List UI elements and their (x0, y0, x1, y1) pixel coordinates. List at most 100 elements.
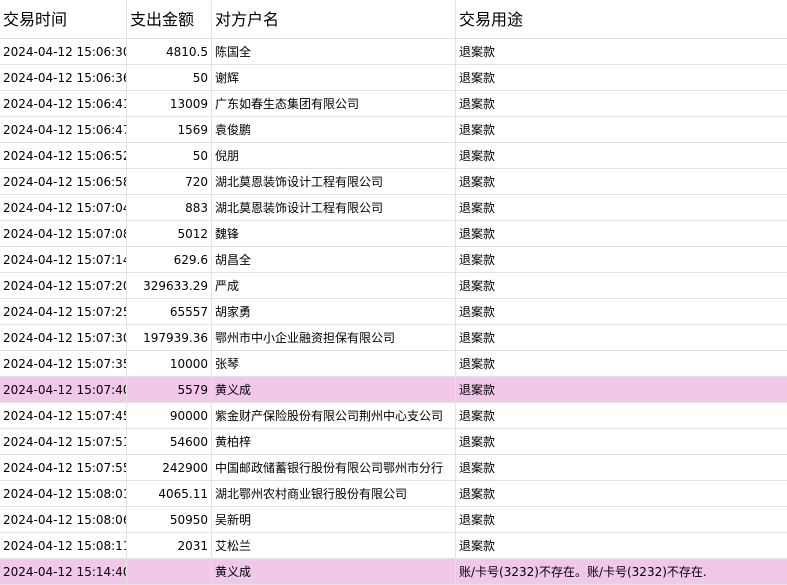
cell-time[interactable]: 2024-04-12 15:06:41 (0, 91, 127, 116)
cell-name[interactable]: 广东如春生态集团有限公司 (212, 91, 456, 116)
cell-amount[interactable]: 50950 (127, 507, 212, 532)
cell-name[interactable]: 湖北鄂州农村商业银行股份有限公司 (212, 481, 456, 506)
cell-name[interactable]: 湖北莫恩装饰设计工程有限公司 (212, 195, 456, 220)
cell-time[interactable]: 2024-04-12 15:08:06 (0, 507, 127, 532)
cell-amount[interactable]: 4810.5 (127, 39, 212, 64)
cell-purpose[interactable]: 退案款 (456, 403, 787, 428)
cell-purpose[interactable]: 退案款 (456, 507, 787, 532)
cell-time[interactable]: 2024-04-12 15:07:20 (0, 273, 127, 298)
cell-purpose[interactable]: 退案款 (456, 533, 787, 558)
table-row[interactable]: 2024-04-12 15:06:41 13009 广东如春生态集团有限公司 退案款 (0, 91, 787, 117)
cell-time[interactable]: 2024-04-12 15:07:45 (0, 403, 127, 428)
cell-name[interactable]: 湖北莫恩装饰设计工程有限公司 (212, 169, 456, 194)
cell-time[interactable]: 2024-04-12 15:06:30 (0, 39, 127, 64)
cell-amount[interactable]: 65557 (127, 299, 212, 324)
table-row[interactable]: 2024-04-12 15:07:55 242900 中国邮政储蓄银行股份有限公司鄂… (0, 455, 787, 481)
header-time[interactable]: 交易时间 (0, 0, 127, 38)
cell-name[interactable]: 张琴 (212, 351, 456, 376)
cell-time[interactable]: 2024-04-12 15:07:08 (0, 221, 127, 246)
cell-name[interactable]: 黄柏梓 (212, 429, 456, 454)
cell-amount[interactable]: 2031 (127, 533, 212, 558)
cell-time[interactable]: 2024-04-12 15:07:55 (0, 455, 127, 480)
table-row[interactable]: 2024-04-12 15:08:11 2031 艾松兰 退案款 (0, 533, 787, 559)
cell-time[interactable]: 2024-04-12 15:07:30 (0, 325, 127, 350)
cell-name[interactable]: 黄义成 (212, 559, 456, 584)
cell-time[interactable]: 2024-04-12 15:07:40 (0, 377, 127, 402)
cell-amount[interactable]: 1569 (127, 117, 212, 142)
header-name[interactable]: 对方户名 (212, 0, 456, 38)
table-row[interactable]: 2024-04-12 15:07:08 5012 魏锋 退案款 (0, 221, 787, 247)
table-row[interactable]: 2024-04-12 15:07:04 883 湖北莫恩装饰设计工程有限公司 退案款 (0, 195, 787, 221)
cell-time[interactable]: 2024-04-12 15:07:35 (0, 351, 127, 376)
cell-amount[interactable]: 329633.29 (127, 273, 212, 298)
cell-amount[interactable]: 883 (127, 195, 212, 220)
cell-name[interactable]: 胡家勇 (212, 299, 456, 324)
header-purpose[interactable]: 交易用途 (456, 0, 787, 38)
table-row[interactable]: 2024-04-12 15:07:45 90000 紫金财产保险股份有限公司荆州中心… (0, 403, 787, 429)
cell-amount[interactable]: 54600 (127, 429, 212, 454)
cell-time[interactable]: 2024-04-12 15:06:52 (0, 143, 127, 168)
table-row[interactable]: 2024-04-12 15:07:30 197939.36 鄂州市中小企业融资担保有… (0, 325, 787, 351)
cell-name[interactable]: 吴新明 (212, 507, 456, 532)
cell-time[interactable]: 2024-04-12 15:14:40 (0, 559, 127, 584)
cell-purpose[interactable]: 退案款 (456, 91, 787, 116)
cell-name[interactable]: 艾松兰 (212, 533, 456, 558)
cell-amount[interactable]: 13009 (127, 91, 212, 116)
cell-amount[interactable]: 242900 (127, 455, 212, 480)
cell-purpose[interactable]: 账/卡号(3232)不存在。账/卡号(3232)不存在. (456, 559, 787, 584)
table-row[interactable]: 2024-04-12 15:07:40 5579 黄义成 退案款 (0, 377, 787, 403)
cell-time[interactable]: 2024-04-12 15:07:25 (0, 299, 127, 324)
cell-amount[interactable]: 90000 (127, 403, 212, 428)
cell-time[interactable]: 2024-04-12 15:08:01 (0, 481, 127, 506)
cell-time[interactable]: 2024-04-12 15:07:14 (0, 247, 127, 272)
cell-amount[interactable]: 629.6 (127, 247, 212, 272)
cell-purpose[interactable]: 退案款 (456, 377, 787, 402)
cell-name[interactable]: 鄂州市中小企业融资担保有限公司 (212, 325, 456, 350)
cell-amount[interactable]: 5012 (127, 221, 212, 246)
cell-time[interactable]: 2024-04-12 15:06:47 (0, 117, 127, 142)
cell-purpose[interactable]: 退案款 (456, 195, 787, 220)
cell-purpose[interactable]: 退案款 (456, 169, 787, 194)
table-row[interactable]: 2024-04-12 15:08:01 4065.11 湖北鄂州农村商业银行股份有限… (0, 481, 787, 507)
cell-name[interactable]: 魏锋 (212, 221, 456, 246)
cell-amount[interactable]: 4065.11 (127, 481, 212, 506)
cell-purpose[interactable]: 退案款 (456, 65, 787, 90)
cell-purpose[interactable]: 退案款 (456, 273, 787, 298)
cell-name[interactable]: 中国邮政储蓄银行股份有限公司鄂州市分行 (212, 455, 456, 480)
cell-purpose[interactable]: 退案款 (456, 143, 787, 168)
cell-time[interactable]: 2024-04-12 15:06:36 (0, 65, 127, 90)
table-row[interactable]: 2024-04-12 15:07:51 54600 黄柏梓 退案款 (0, 429, 787, 455)
table-row[interactable]: 2024-04-12 15:06:52 50 倪朋 退案款 (0, 143, 787, 169)
cell-name[interactable]: 严成 (212, 273, 456, 298)
cell-name[interactable]: 紫金财产保险股份有限公司荆州中心支公司 (212, 403, 456, 428)
header-amount[interactable]: 支出金额 (127, 0, 212, 38)
table-row[interactable]: 2024-04-12 15:07:14 629.6 胡昌全 退案款 (0, 247, 787, 273)
cell-time[interactable]: 2024-04-12 15:06:58 (0, 169, 127, 194)
cell-amount[interactable]: 197939.36 (127, 325, 212, 350)
cell-name[interactable]: 陈国全 (212, 39, 456, 64)
cell-amount[interactable]: 10000 (127, 351, 212, 376)
cell-time[interactable]: 2024-04-12 15:08:11 (0, 533, 127, 558)
cell-purpose[interactable]: 退案款 (456, 39, 787, 64)
cell-time[interactable]: 2024-04-12 15:07:04 (0, 195, 127, 220)
cell-purpose[interactable]: 退案款 (456, 481, 787, 506)
table-row[interactable]: 2024-04-12 15:06:58 720 湖北莫恩装饰设计工程有限公司 退案款 (0, 169, 787, 195)
cell-name[interactable]: 黄义成 (212, 377, 456, 402)
table-row[interactable]: 2024-04-12 15:08:06 50950 吴新明 退案款 (0, 507, 787, 533)
table-row[interactable]: 2024-04-12 15:07:20 329633.29 严成 退案款 (0, 273, 787, 299)
cell-amount[interactable]: 50 (127, 143, 212, 168)
cell-purpose[interactable]: 退案款 (456, 247, 787, 272)
cell-purpose[interactable]: 退案款 (456, 325, 787, 350)
cell-name[interactable]: 谢辉 (212, 65, 456, 90)
cell-purpose[interactable]: 退案款 (456, 299, 787, 324)
cell-time[interactable]: 2024-04-12 15:07:51 (0, 429, 127, 454)
cell-amount[interactable]: 50 (127, 65, 212, 90)
cell-purpose[interactable]: 退案款 (456, 221, 787, 246)
cell-purpose[interactable]: 退案款 (456, 351, 787, 376)
cell-name[interactable]: 倪朋 (212, 143, 456, 168)
cell-purpose[interactable]: 退案款 (456, 117, 787, 142)
cell-name[interactable]: 袁俊鹏 (212, 117, 456, 142)
cell-name[interactable]: 胡昌全 (212, 247, 456, 272)
table-row[interactable]: 2024-04-12 15:06:30 4810.5 陈国全 退案款 (0, 39, 787, 65)
cell-purpose[interactable]: 退案款 (456, 455, 787, 480)
